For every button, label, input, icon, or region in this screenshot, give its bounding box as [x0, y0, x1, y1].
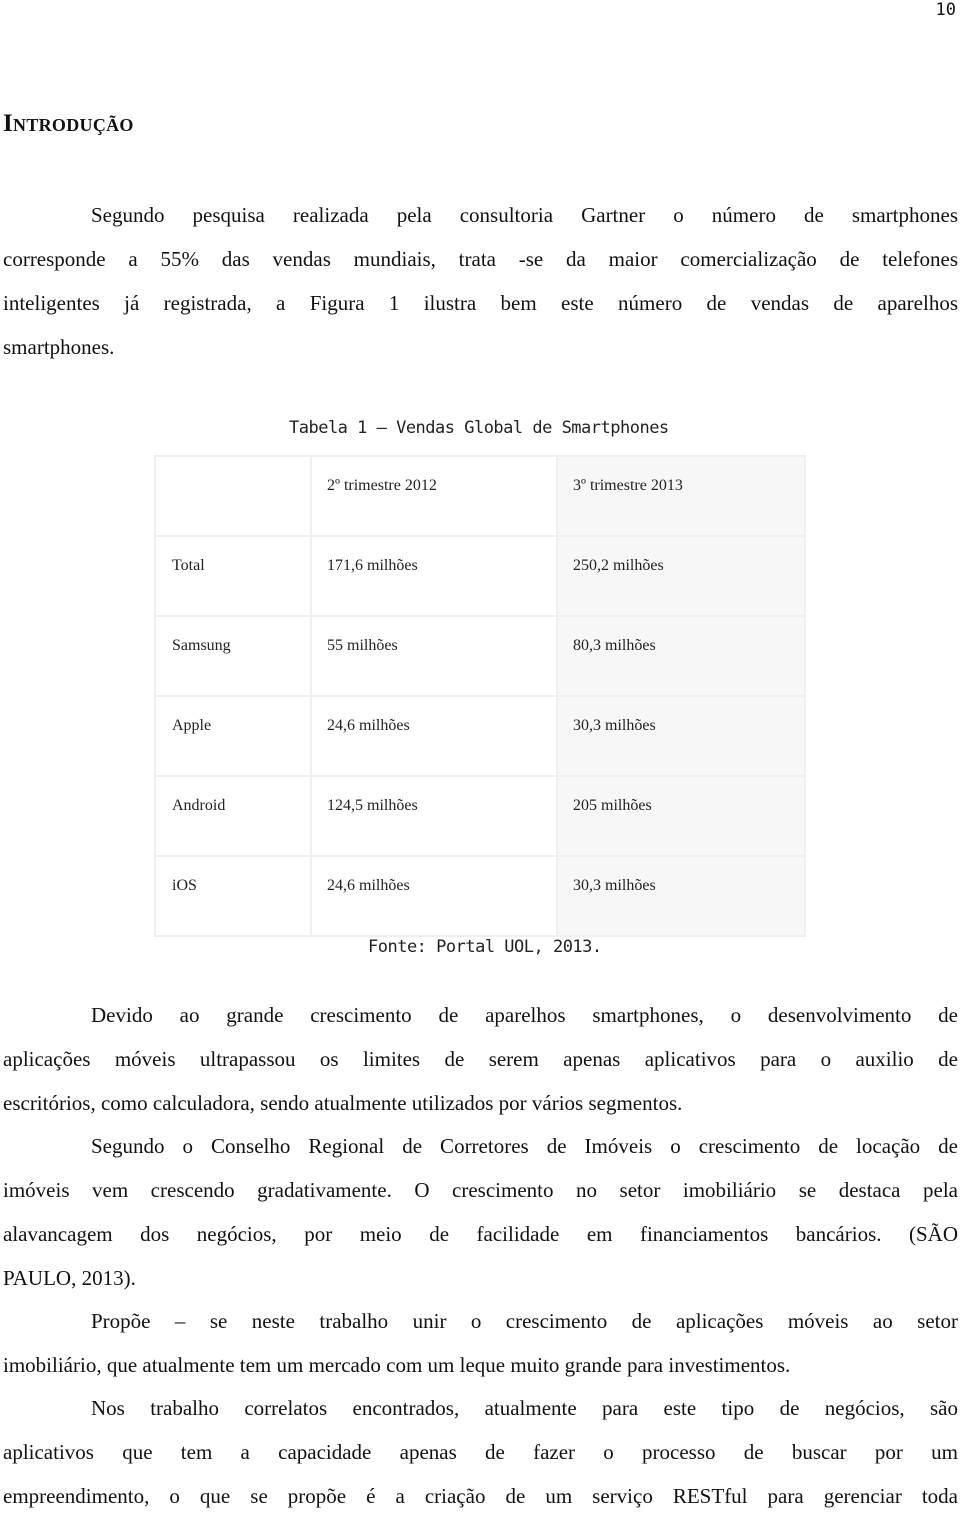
text-line: Segundo o Conselho Regional de Corretore… — [91, 1134, 958, 1158]
table-cell: Apple — [154, 695, 312, 777]
table-cell: 24,6 milhões — [310, 855, 558, 937]
page-number: 10 — [935, 0, 956, 20]
paragraph-app-growth: Devido ao grande crescimento de aparelho… — [3, 993, 958, 1125]
table-row: Total 171,6 milhões 250,2 milhões — [154, 535, 806, 617]
text-line: Nos trabalho correlatos encontrados, atu… — [91, 1396, 958, 1420]
table-header-cell: 3º trimestre 2013 — [556, 455, 806, 537]
text-line: Devido ao grande crescimento de aparelho… — [91, 1003, 958, 1027]
table-cell: 55 milhões — [310, 615, 558, 697]
text-line: imobiliário, que atualmente tem um merca… — [3, 1353, 791, 1377]
table-cell: 205 milhões — [556, 775, 806, 857]
table-row: Android 124,5 milhões 205 milhões — [154, 775, 806, 857]
table-header-cell — [154, 455, 312, 537]
text-line: empreendimento, o que se propõe é a cria… — [3, 1484, 958, 1508]
text-line: Propõe – se neste trabalho unir o cresci… — [91, 1309, 958, 1333]
paragraph-real-estate: Segundo o Conselho Regional de Corretore… — [3, 1124, 958, 1300]
text-line: aplicativos que tem a capacidade apenas … — [3, 1440, 958, 1464]
table-cell: 250,2 milhões — [556, 535, 806, 617]
table-cell: Total — [154, 535, 312, 617]
table-header-row: 2º trimestre 2012 3º trimestre 2013 — [154, 455, 806, 537]
table-cell: iOS — [154, 855, 312, 937]
table-caption: Tabela 1 – Vendas Global de Smartphones — [289, 418, 669, 438]
table-header-cell: 2º trimestre 2012 — [310, 455, 558, 537]
table-cell: 171,6 milhões — [310, 535, 558, 617]
text-line: corresponde a 55% das vendas mundiais, t… — [3, 247, 958, 271]
table-cell: Android — [154, 775, 312, 857]
paragraph-proposal: Propõe – se neste trabalho unir o cresci… — [3, 1299, 958, 1387]
table-cell: 24,6 milhões — [310, 695, 558, 777]
table-cell: 80,3 milhões — [556, 615, 806, 697]
table-cell: 124,5 milhões — [310, 775, 558, 857]
text-line: alavancagem dos negócios, por meio de fa… — [3, 1222, 958, 1246]
text-line: smartphones. — [3, 335, 115, 359]
table-cell: 30,3 milhões — [556, 855, 806, 937]
text-line: escritórios, como calculadora, sendo atu… — [3, 1091, 683, 1115]
text-line: aplicações móveis ultrapassou os limites… — [3, 1047, 958, 1071]
table-row: Apple 24,6 milhões 30,3 milhões — [154, 695, 806, 777]
paragraph-intro: Segundo pesquisa realizada pela consulto… — [3, 193, 958, 369]
sales-table: 2º trimestre 2012 3º trimestre 2013 Tota… — [154, 455, 806, 937]
table-source: Fonte: Portal UOL, 2013. — [368, 937, 602, 957]
section-heading: Introdução — [3, 110, 134, 137]
table-row: iOS 24,6 milhões 30,3 milhões — [154, 855, 806, 937]
table-cell: 30,3 milhões — [556, 695, 806, 777]
text-line: imóveis vem crescendo gradativamente. O … — [3, 1178, 958, 1202]
text-line: Segundo pesquisa realizada pela consulto… — [91, 203, 958, 227]
table-cell: Samsung — [154, 615, 312, 697]
paragraph-related-work: Nos trabalho correlatos encontrados, atu… — [3, 1386, 958, 1518]
text-line: inteligentes já registrada, a Figura 1 i… — [3, 291, 958, 315]
table-row: Samsung 55 milhões 80,3 milhões — [154, 615, 806, 697]
text-line: PAULO, 2013). — [3, 1266, 136, 1290]
